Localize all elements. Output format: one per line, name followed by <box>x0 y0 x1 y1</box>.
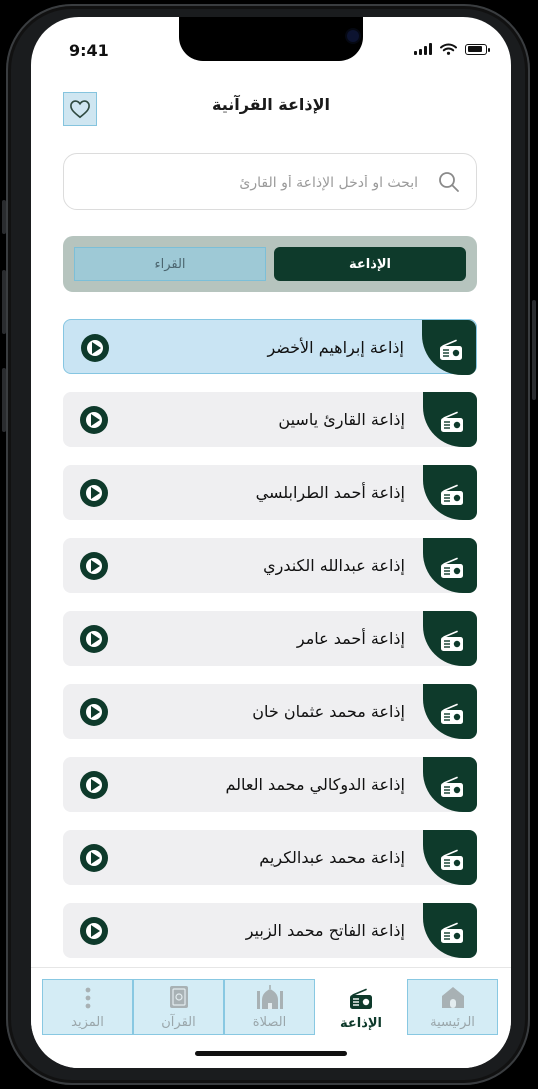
radio-icon <box>423 611 477 666</box>
station-item[interactable]: إذاعة إبراهيم الأخضر <box>63 319 477 375</box>
station-item[interactable]: إذاعة أحمد الطرابلسي <box>63 465 477 520</box>
station-name: إذاعة القارئ ياسين <box>278 410 405 429</box>
station-item[interactable]: إذاعة الدوكالي محمد العالم <box>63 757 477 812</box>
station-name: إذاعة الفاتح محمد الزبير <box>245 921 405 940</box>
home-indicator <box>195 1051 347 1056</box>
station-name: إذاعة أحمد عامر <box>296 629 405 648</box>
tab-radio[interactable]: الإذاعة <box>315 979 407 1035</box>
play-icon[interactable] <box>81 334 109 362</box>
tab-quran-label: القرآن <box>161 1015 196 1030</box>
station-item[interactable]: إذاعة محمد عبدالكريم <box>63 830 477 885</box>
station-item[interactable]: إذاعة أحمد عامر <box>63 611 477 666</box>
radio-icon <box>423 830 477 885</box>
play-icon[interactable] <box>80 625 108 653</box>
screen: 9:41 الإذاعة القرآنية القراء الإذاعة إذا… <box>31 17 511 1068</box>
station-name: إذاعة الدوكالي محمد العالم <box>225 775 405 794</box>
station-item[interactable]: إذاعة القارئ ياسين <box>63 392 477 447</box>
status-icons <box>414 43 490 55</box>
tab-home-label: الرئيسية <box>430 1015 475 1030</box>
station-item[interactable]: إذاعة الفاتح محمد الزبير <box>63 903 477 958</box>
radio-icon <box>423 465 477 520</box>
tab-radio-label: الإذاعة <box>339 1016 383 1031</box>
radio-icon <box>350 988 372 1009</box>
search-bar[interactable] <box>63 153 477 210</box>
tab-home[interactable]: الرئيسية <box>407 979 498 1035</box>
tab-radio-stations[interactable]: الإذاعة <box>274 247 466 281</box>
signal-icon <box>414 43 432 55</box>
play-icon[interactable] <box>80 771 108 799</box>
radio-icon <box>422 320 476 375</box>
volume-down-button <box>2 368 6 432</box>
notch <box>179 17 363 61</box>
tab-prayer-label: الصلاة <box>252 1015 287 1030</box>
play-icon[interactable] <box>80 406 108 434</box>
radio-icon <box>423 684 477 739</box>
station-item[interactable]: إذاعة عبدالله الكندري <box>63 538 477 593</box>
station-list: إذاعة إبراهيم الأخضر إذاعة القارئ ياسين … <box>63 319 477 976</box>
tab-quran[interactable]: القرآن <box>133 979 224 1035</box>
wifi-icon <box>440 43 457 55</box>
radio-icon <box>423 392 477 447</box>
volume-up-button <box>2 270 6 334</box>
mosque-icon <box>256 985 283 1009</box>
mute-switch <box>2 200 6 234</box>
play-icon[interactable] <box>80 552 108 580</box>
radio-icon <box>423 757 477 812</box>
camera-icon <box>347 30 359 42</box>
play-icon[interactable] <box>80 479 108 507</box>
power-button <box>532 300 536 400</box>
heart-icon <box>70 100 90 119</box>
search-icon <box>439 172 459 192</box>
station-name: إذاعة أحمد الطرابلسي <box>255 483 405 502</box>
tab-more-label: المزيد <box>71 1015 104 1030</box>
favorite-button[interactable] <box>63 92 97 126</box>
segment-control: القراء الإذاعة <box>63 236 477 292</box>
station-name: إذاعة محمد عبدالكريم <box>259 848 405 867</box>
status-time: 9:41 <box>69 41 109 60</box>
station-name: إذاعة عبدالله الكندري <box>263 556 405 575</box>
radio-icon <box>423 538 477 593</box>
play-icon[interactable] <box>80 844 108 872</box>
tab-prayer[interactable]: الصلاة <box>224 979 315 1035</box>
quran-book-icon <box>169 986 188 1008</box>
station-name: إذاعة إبراهيم الأخضر <box>267 338 404 357</box>
station-item[interactable]: إذاعة محمد عثمان خان <box>63 684 477 739</box>
tab-more[interactable]: المزيد <box>42 979 133 1035</box>
play-icon[interactable] <box>80 917 108 945</box>
more-dots-icon <box>85 987 90 1009</box>
home-icon <box>441 987 464 1008</box>
search-input[interactable] <box>78 170 420 196</box>
page-title: الإذاعة القرآنية <box>212 95 330 114</box>
radio-icon <box>423 903 477 958</box>
station-name: إذاعة محمد عثمان خان <box>252 702 405 721</box>
play-icon[interactable] <box>80 698 108 726</box>
tab-reciters[interactable]: القراء <box>74 247 266 281</box>
battery-icon <box>465 43 490 55</box>
